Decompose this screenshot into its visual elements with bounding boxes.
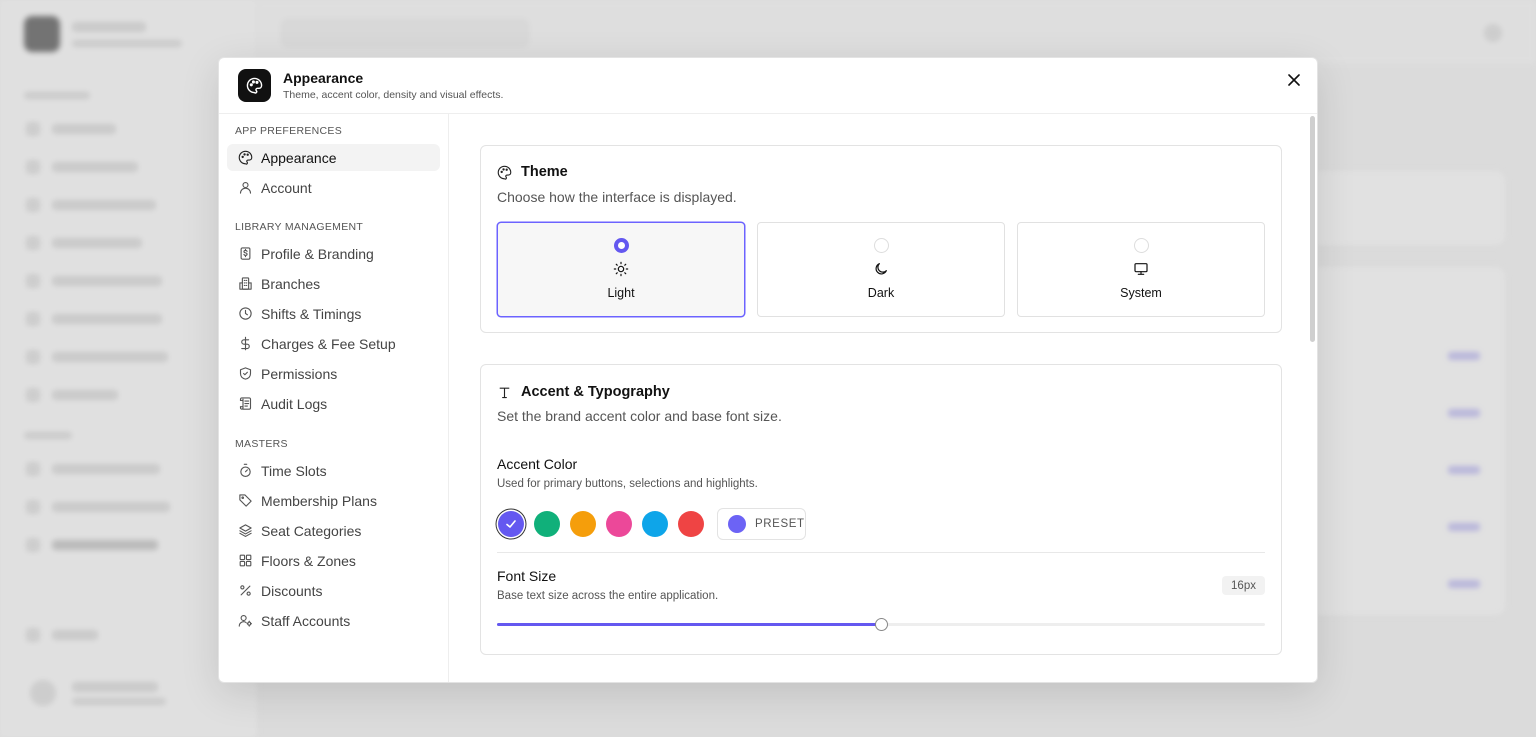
user-icon: [239, 181, 252, 194]
nav-item-label: Discounts: [261, 582, 323, 599]
grid-icon: [239, 554, 252, 567]
badge-icon: [240, 247, 251, 260]
accent-color-label: Accent Color: [497, 456, 578, 472]
nav-item-charges-fee-setup[interactable]: Charges & Fee Setup: [227, 330, 440, 357]
nav-item-label: Staff Accounts: [261, 612, 351, 629]
nav-item-label: Branches: [261, 275, 321, 292]
dollar-icon: [241, 336, 250, 351]
nav-item-floors-zones[interactable]: Floors & Zones: [227, 547, 440, 574]
nav-item-audit-logs[interactable]: Audit Logs: [227, 390, 440, 417]
accent-card-subtitle: Set the brand accent color and base font…: [497, 408, 782, 424]
timer-icon: [240, 463, 251, 477]
theme-option-dark[interactable]: Dark: [757, 222, 1005, 317]
accent-swatch-indigo[interactable]: [498, 511, 524, 537]
nav-item-label: Audit Logs: [261, 395, 328, 412]
dialog-title: Appearance: [283, 70, 364, 86]
clock-icon: [239, 307, 252, 320]
theme-option-label: Dark: [867, 286, 895, 300]
accent-card-title: Accent & Typography: [497, 384, 670, 400]
check-icon: [506, 520, 516, 528]
accent-typography-card: Accent & Typography Set the brand accent…: [480, 364, 1282, 655]
nav-item-shifts-timings[interactable]: Shifts & Timings: [227, 300, 440, 327]
theme-card-title: Theme: [497, 164, 568, 180]
theme-title-text: Theme: [521, 164, 568, 180]
moon-icon: [875, 263, 887, 275]
type-icon: [499, 387, 510, 398]
percent-icon: [240, 585, 251, 596]
palette-icon: [497, 165, 512, 180]
section-divider: [497, 552, 1265, 553]
theme-radio-light[interactable]: [613, 238, 629, 253]
appearance-dialog: Appearance Theme, accent color, density …: [218, 57, 1318, 683]
monitor-icon: [1134, 263, 1148, 275]
nav-item-label: Seat Categories: [261, 522, 362, 539]
palette-icon: [238, 150, 253, 165]
nav-item-label: Charges & Fee Setup: [261, 335, 396, 352]
theme-radio-system[interactable]: [1133, 238, 1149, 253]
settings-content: Theme Choose how the interface is displa…: [450, 114, 1317, 682]
accent-swatch-red[interactable]: [678, 511, 704, 537]
theme-option-label: Light: [607, 286, 635, 300]
nav-item-label: Permissions: [261, 365, 338, 382]
scroll-icon: [239, 397, 252, 410]
nav-item-label: Profile & Branding: [261, 245, 374, 262]
accent-swatch-sky[interactable]: [642, 511, 668, 537]
theme-card-subtitle: Choose how the interface is displayed.: [497, 189, 737, 205]
nav-item-discounts[interactable]: Discounts: [227, 577, 440, 604]
nav-item-time-slots[interactable]: Time Slots: [227, 457, 440, 484]
nav-section-library-management: LIBRARY MANAGEMENT: [235, 221, 364, 233]
nav-item-label: Account: [261, 179, 312, 196]
slider-fill: [497, 623, 881, 626]
preset-color-dot: [728, 515, 746, 533]
nav-section-app-preferences: APP PREFERENCES: [235, 125, 343, 137]
nav-item-permissions[interactable]: Permissions: [227, 360, 440, 387]
settings-nav: APP PREFERENCES Appearance Account LIBRA…: [219, 114, 449, 682]
font-size-value-badge: 16px: [1222, 576, 1265, 595]
layers-icon: [239, 524, 252, 537]
preset-label: PRESET: [755, 518, 805, 530]
nav-item-label: Membership Plans: [261, 492, 377, 509]
nav-item-account[interactable]: Account: [227, 174, 440, 201]
font-size-help: Base text size across the entire applica…: [497, 590, 719, 602]
theme-radio-dark[interactable]: [873, 238, 889, 253]
shield-check-icon: [239, 367, 252, 380]
sun-icon: [613, 261, 629, 277]
dialog-header: Appearance Theme, accent color, density …: [219, 58, 1317, 114]
tag-icon: [239, 494, 252, 507]
theme-option-system[interactable]: System: [1017, 222, 1265, 317]
nav-item-label: Shifts & Timings: [261, 305, 362, 322]
nav-item-staff-accounts[interactable]: Staff Accounts: [227, 607, 440, 634]
accent-color-help: Used for primary buttons, selections and…: [497, 478, 758, 490]
theme-option-label: System: [1120, 286, 1162, 300]
nav-item-seat-categories[interactable]: Seat Categories: [227, 517, 440, 544]
nav-item-branches[interactable]: Branches: [227, 270, 440, 297]
accent-swatch-green[interactable]: [534, 511, 560, 537]
accent-swatch-amber[interactable]: [570, 511, 596, 537]
nav-item-label: Appearance: [261, 149, 337, 166]
close-button[interactable]: [1285, 71, 1303, 89]
nav-item-membership-plans[interactable]: Membership Plans: [227, 487, 440, 514]
nav-item-label: Floors & Zones: [261, 552, 356, 569]
accent-swatch-pink[interactable]: [606, 511, 632, 537]
slider-thumb[interactable]: [874, 618, 888, 631]
font-size-slider[interactable]: [497, 618, 1265, 632]
nav-section-masters: MASTERS: [235, 438, 288, 450]
nav-item-profile-branding[interactable]: Profile & Branding: [227, 240, 440, 267]
font-size-label: Font Size: [497, 568, 557, 584]
accent-title-text: Accent & Typography: [521, 384, 670, 400]
preset-color-button[interactable]: PRESET: [717, 508, 806, 540]
building-icon: [239, 277, 252, 290]
palette-icon: [238, 69, 271, 102]
content-scrollbar[interactable]: [1310, 116, 1315, 342]
close-icon: [1288, 74, 1300, 86]
nav-item-label: Time Slots: [261, 462, 327, 479]
theme-card: Theme Choose how the interface is displa…: [480, 145, 1282, 333]
dialog-subtitle: Theme, accent color, density and visual …: [283, 89, 504, 101]
theme-option-light[interactable]: Light: [497, 222, 745, 317]
nav-item-appearance[interactable]: Appearance: [227, 144, 440, 171]
user-cog-icon: [238, 614, 252, 627]
